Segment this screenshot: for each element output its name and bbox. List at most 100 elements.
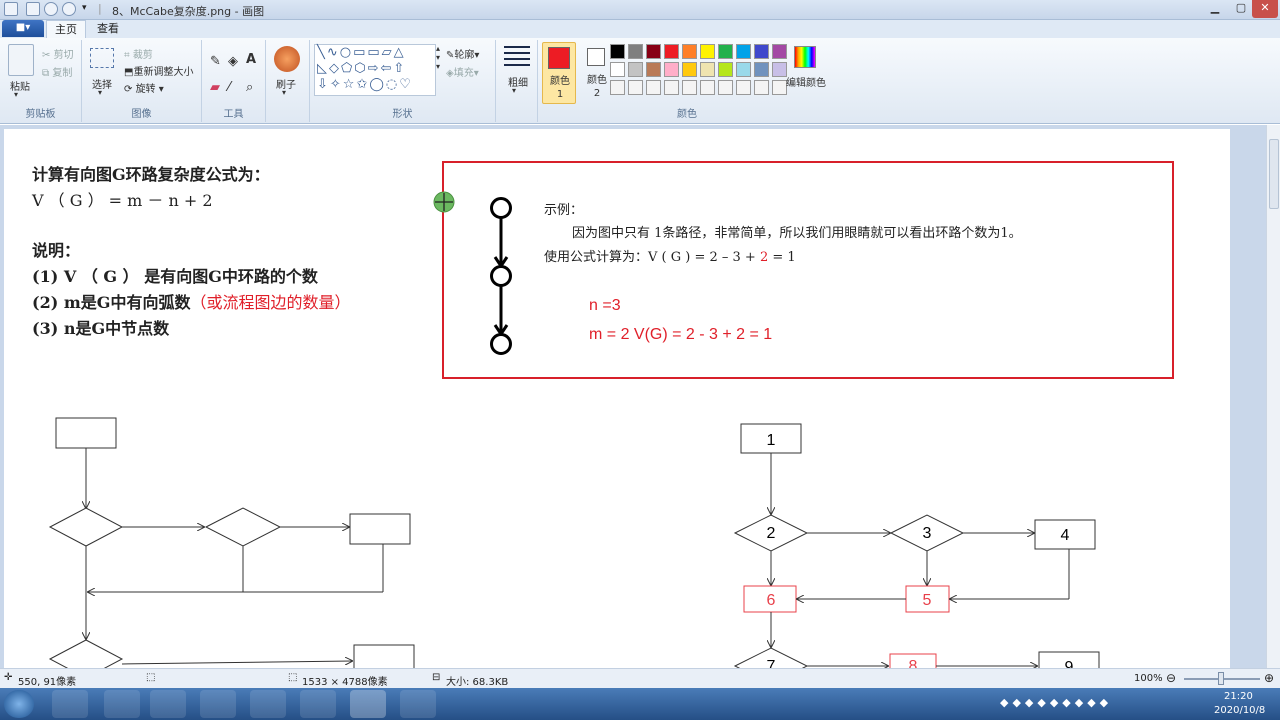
scroll-thumb[interactable]: [1269, 139, 1279, 209]
app-icon[interactable]: [4, 2, 18, 16]
palette-swatch[interactable]: [664, 62, 679, 77]
resize-label: 重新调整大小: [133, 67, 194, 78]
example-node-1: [490, 197, 512, 219]
fill-icon[interactable]: ◈: [228, 54, 238, 69]
palette-swatch[interactable]: [772, 62, 787, 77]
save-icon[interactable]: [26, 2, 40, 16]
palette-swatch[interactable]: [610, 44, 625, 59]
zoom-out-button[interactable]: ⊖: [1166, 671, 1176, 685]
copy-button[interactable]: ⧉ 复制: [42, 64, 72, 79]
palette-empty-swatch[interactable]: [754, 80, 769, 95]
palette-swatch[interactable]: [646, 44, 661, 59]
tab-view[interactable]: 查看: [88, 20, 128, 38]
maximize-button[interactable]: ▢: [1228, 0, 1254, 18]
rotate-button[interactable]: ⟳ 旋转 ▾: [124, 80, 164, 95]
group-size: 粗细 ▾: [496, 40, 538, 122]
color1-button[interactable]: 颜色 1: [542, 42, 576, 104]
brush-icon[interactable]: [274, 46, 300, 72]
palette-swatch[interactable]: [610, 62, 625, 77]
ie-icon[interactable]: [104, 690, 140, 718]
redo-icon[interactable]: [62, 2, 76, 16]
zoom-level: 100%: [1134, 673, 1163, 684]
magnifier-icon[interactable]: ⌕: [246, 80, 253, 95]
shapes-scroll-icon[interactable]: ▴ ▾ ▾: [436, 44, 440, 71]
palette-swatch[interactable]: [628, 62, 643, 77]
vertical-scrollbar[interactable]: [1266, 125, 1280, 668]
shapes-gallery[interactable]: ╲∿○▭▭▱△ ◺◇⬠⬡⇨⇦⇧ ⇩✧☆✩◯◌♡: [314, 44, 436, 96]
palette-swatch[interactable]: [754, 62, 769, 77]
taskbar-app-4-icon[interactable]: [200, 690, 236, 718]
explorer-icon[interactable]: [150, 690, 186, 718]
zoom-in-button[interactable]: ⊕: [1264, 671, 1274, 685]
palette-swatch[interactable]: [718, 62, 733, 77]
taskbar: ◆◆◆◆◆◆◆◆◆ 21:20 2020/10/8: [0, 688, 1280, 720]
color2-button[interactable]: 颜色 2: [580, 42, 614, 104]
edit-colors-button[interactable]: 编辑颜色: [786, 74, 826, 89]
minimize-button[interactable]: ▁: [1202, 0, 1228, 18]
select-dropdown-icon[interactable]: ▾: [98, 88, 102, 97]
taskbar-app-5-icon[interactable]: [250, 690, 286, 718]
palette-empty-swatch[interactable]: [700, 80, 715, 95]
size-dropdown-icon[interactable]: ▾: [512, 86, 516, 95]
cut-label: 剪切: [53, 50, 74, 61]
node-label-8: 8: [909, 658, 918, 668]
palette-swatch[interactable]: [700, 62, 715, 77]
undo-icon[interactable]: [44, 2, 58, 16]
node-label-5: 5: [923, 592, 932, 609]
powerpoint-icon[interactable]: [400, 690, 436, 718]
palette-swatch[interactable]: [718, 44, 733, 59]
outline-button[interactable]: ✎轮廓▾: [446, 46, 479, 61]
palette-swatch[interactable]: [664, 44, 679, 59]
shapes-group-label: 形状: [392, 109, 413, 120]
paste-button[interactable]: 粘贴: [10, 78, 30, 93]
palette-empty-swatch[interactable]: [736, 80, 751, 95]
group-colors: 颜色 1 颜色 2 编辑颜色 颜色: [538, 40, 836, 122]
fill-button[interactable]: ◈填充▾: [446, 64, 479, 79]
palette-swatch[interactable]: [754, 44, 769, 59]
palette-swatch[interactable]: [736, 62, 751, 77]
close-button[interactable]: ✕: [1252, 0, 1278, 18]
tab-home[interactable]: 主页: [46, 20, 86, 38]
size-button[interactable]: 粗细: [508, 74, 528, 89]
edit-colors-icon[interactable]: [794, 46, 816, 68]
paste-icon[interactable]: [8, 44, 34, 76]
palette-swatch[interactable]: [682, 62, 697, 77]
select-icon[interactable]: [90, 48, 114, 68]
customize-qa-icon[interactable]: ▾: [82, 3, 87, 13]
paint-taskbar-icon[interactable]: [300, 690, 336, 718]
palette-empty-swatch[interactable]: [664, 80, 679, 95]
zoom-slider-thumb[interactable]: [1218, 672, 1224, 685]
color-picker-icon[interactable]: ⁄: [228, 80, 230, 95]
palette-empty-swatch[interactable]: [610, 80, 625, 95]
example-graph: [490, 197, 512, 355]
cut-button[interactable]: ✂ 剪切: [42, 46, 74, 61]
size-icon[interactable]: [504, 46, 530, 70]
palette-swatch[interactable]: [736, 44, 751, 59]
text-icon[interactable]: A: [246, 52, 256, 67]
paste-dropdown-icon[interactable]: ▾: [14, 90, 18, 99]
palette-empty-swatch[interactable]: [682, 80, 697, 95]
paint-menu-button[interactable]: ■▾: [2, 20, 44, 37]
brushes-dropdown-icon[interactable]: ▾: [282, 88, 286, 97]
clipboard-group-label: 剪贴板: [25, 109, 56, 120]
palette-swatch[interactable]: [628, 44, 643, 59]
palette-empty-swatch[interactable]: [718, 80, 733, 95]
palette-swatch[interactable]: [646, 62, 661, 77]
pencil-icon[interactable]: ✎: [210, 54, 221, 69]
taskbar-app-7-icon[interactable]: [350, 690, 386, 718]
system-tray-icons[interactable]: ◆◆◆◆◆◆◆◆◆: [1000, 696, 1112, 709]
resize-button[interactable]: ⬒重新调整大小: [124, 63, 193, 78]
palette-swatch[interactable]: [700, 44, 715, 59]
palette-empty-swatch[interactable]: [772, 80, 787, 95]
eraser-icon[interactable]: ▰: [210, 80, 220, 95]
crop-button[interactable]: ⌗ 裁剪: [124, 46, 153, 61]
drawing-canvas[interactable]: 计算有向图G环路复杂度公式为： V （ G ） = m － n + 2 说明： …: [4, 129, 1230, 668]
palette-empty-swatch[interactable]: [646, 80, 661, 95]
ribbon-tabs: ■▾ 主页 查看: [0, 20, 1280, 38]
palette-swatch[interactable]: [772, 44, 787, 59]
taskbar-app-1-icon[interactable]: [52, 690, 88, 718]
flow-decision-2: [204, 507, 282, 547]
palette-swatch[interactable]: [682, 44, 697, 59]
start-button[interactable]: [4, 690, 34, 718]
palette-empty-swatch[interactable]: [628, 80, 643, 95]
